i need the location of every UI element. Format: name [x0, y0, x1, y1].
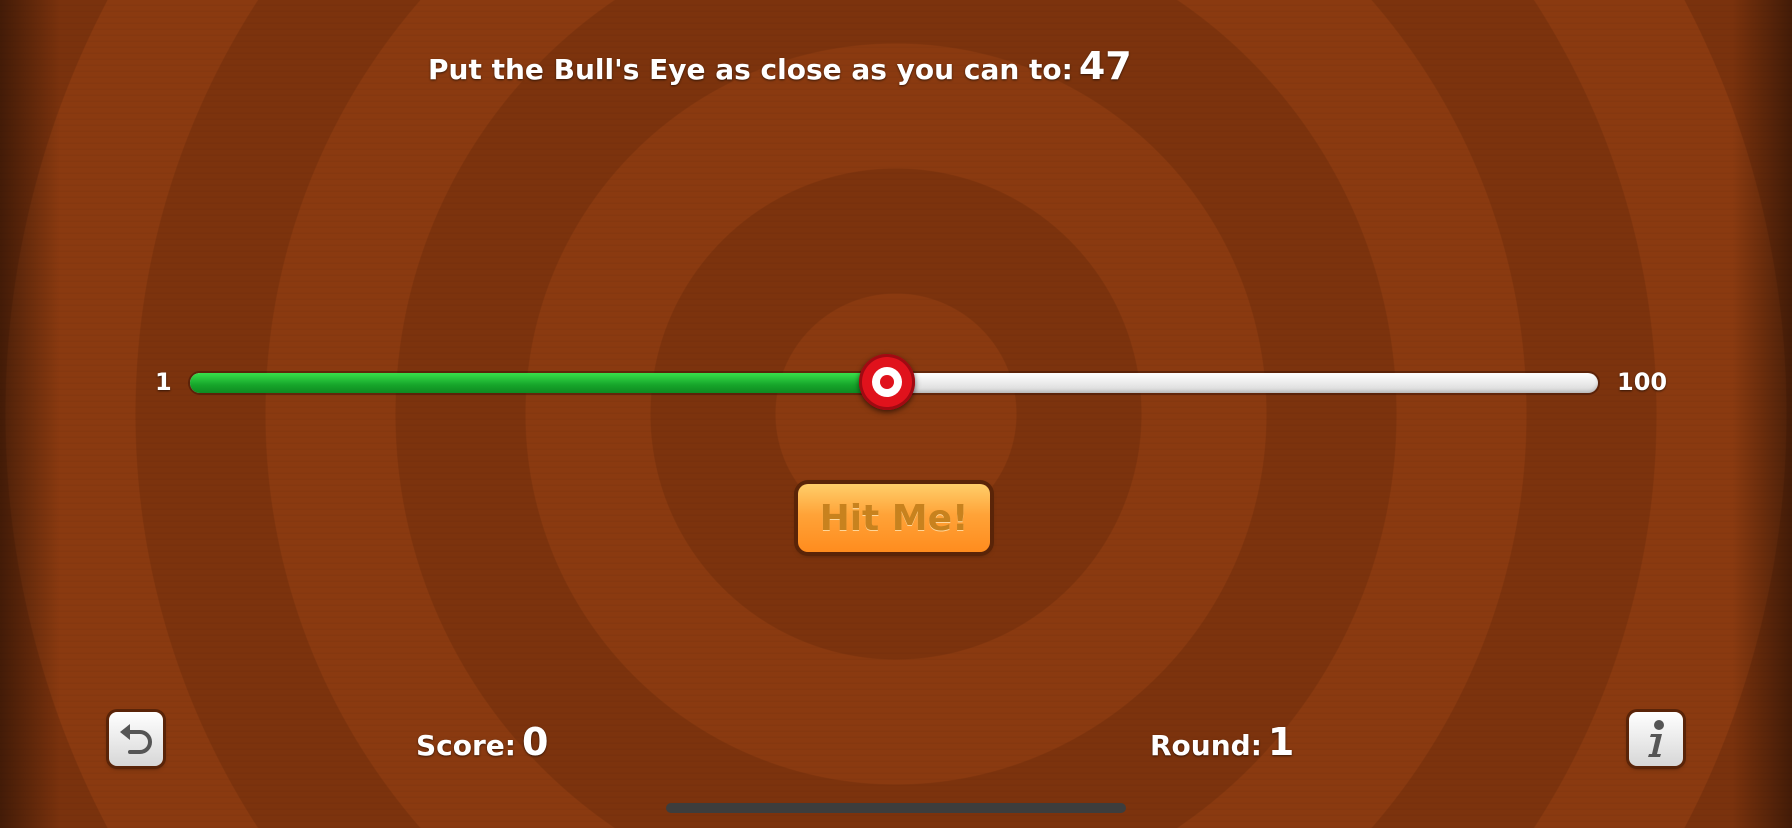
slider-max-label: 100 [1617, 368, 1668, 396]
info-icon [1648, 720, 1664, 757]
score-value: 0 [522, 720, 549, 764]
bullseye-dot [879, 375, 894, 389]
prompt-text: Put the Bull's Eye as close as you can t… [428, 53, 1073, 86]
target-value: 47 [1078, 44, 1132, 88]
round-display: Round: 1 [1150, 720, 1294, 768]
score-display: Score: 0 [416, 720, 548, 768]
slider-min-label: 1 [155, 368, 172, 396]
slider-fill [190, 373, 887, 393]
undo-arrow-icon [120, 724, 152, 754]
score-label: Score: [416, 729, 516, 762]
start-over-button[interactable] [109, 712, 163, 766]
home-indicator [666, 803, 1126, 813]
info-button[interactable] [1629, 712, 1683, 766]
bullseye-slider-thumb[interactable] [858, 354, 915, 410]
round-label: Round: [1150, 729, 1262, 762]
hit-me-button[interactable]: Hit Me! [798, 484, 990, 552]
wood-target-background [0, 0, 1792, 828]
round-value: 1 [1267, 720, 1295, 764]
target-prompt: Put the Bull's Eye as close as you can t… [428, 44, 1132, 92]
